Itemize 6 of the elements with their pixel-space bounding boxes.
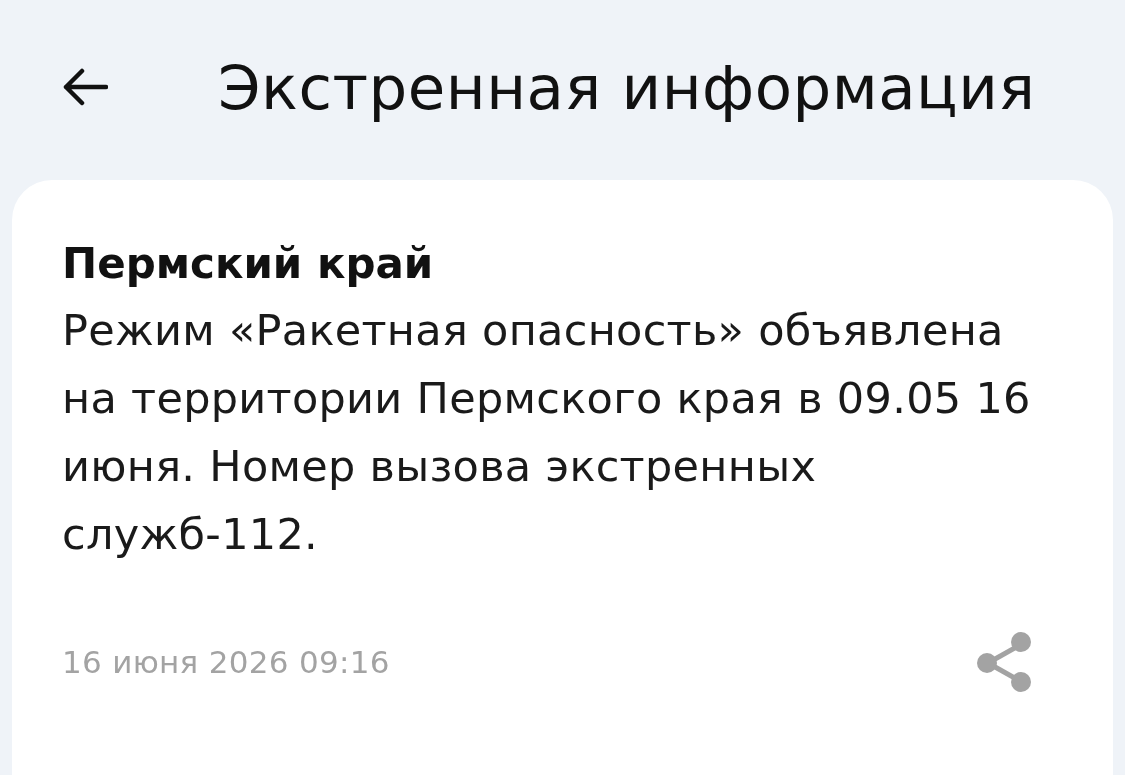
alert-region: Пермский край bbox=[62, 238, 434, 290]
back-arrow-icon bbox=[62, 68, 108, 106]
page-title: Экстренная информация bbox=[218, 51, 1036, 123]
share-icon bbox=[975, 632, 1033, 692]
alert-timestamp: 16 июня 2026 09:16 bbox=[62, 644, 390, 680]
alert-message: Режим «Ракетная опасность» объявлена на территории Пермского края в 09.05 16 июня. Номер вызова экстренных служб-112. bbox=[62, 304, 1032, 561]
